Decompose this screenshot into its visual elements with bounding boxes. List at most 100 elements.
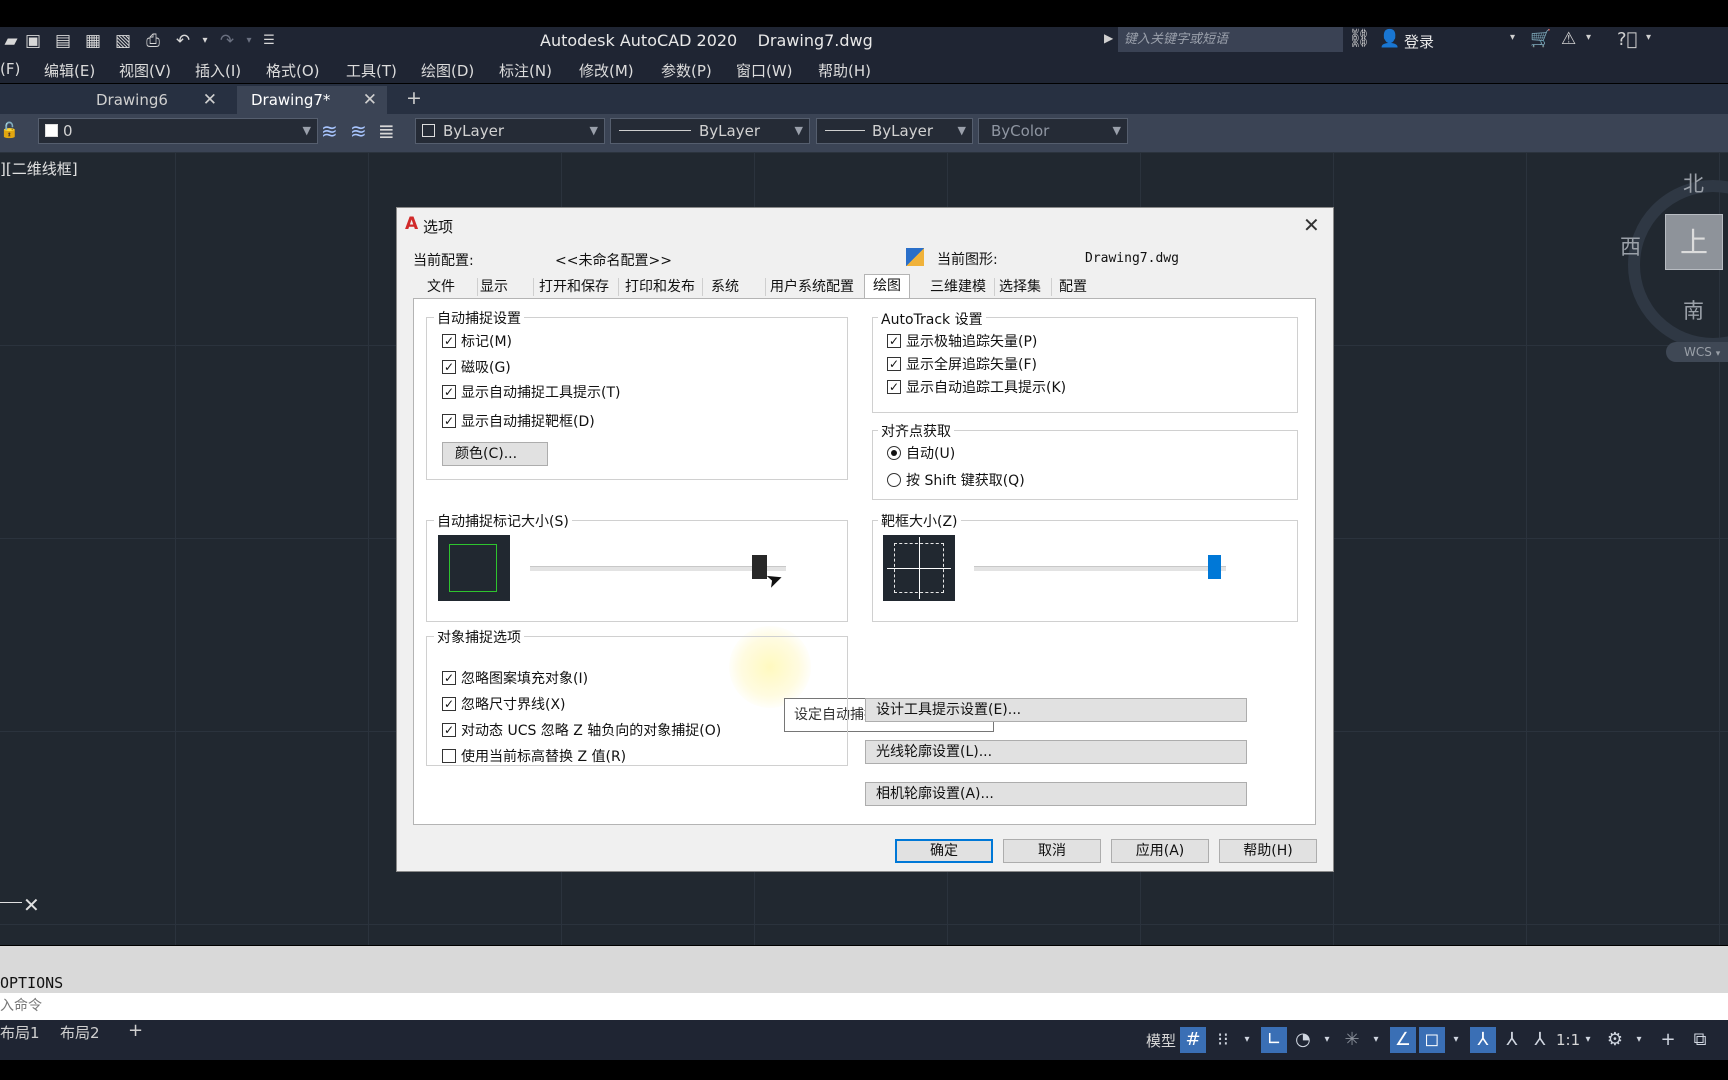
command-input[interactable]: 入命令 — [0, 993, 1728, 1020]
color-combo[interactable]: ByLayer ▼ — [415, 118, 605, 144]
compass-north[interactable]: 北 — [1683, 168, 1704, 198]
login-dropdown-icon[interactable]: ▾ — [1510, 32, 1515, 43]
apply-button[interactable]: 应用(A) — [1111, 839, 1209, 863]
polar-vector-checkbox[interactable]: ✓ — [887, 334, 901, 348]
menu-insert[interactable]: 插入(I) — [195, 60, 241, 81]
grid-icon[interactable]: # — [1180, 1027, 1206, 1053]
snap-icon[interactable]: ⁝⁝ — [1210, 1027, 1236, 1053]
wcs-menu[interactable]: WCS ▾ — [1666, 342, 1728, 362]
cameras-glyph-settings-button[interactable]: 相机轮廓设置(A)... — [865, 782, 1247, 806]
replace-z-checkbox[interactable] — [442, 749, 456, 763]
tab-plot-publish[interactable]: 打印和发布 — [625, 276, 695, 298]
snap-dropdown-icon[interactable]: ▾ — [1234, 1027, 1260, 1053]
help-button[interactable]: 帮助(H) — [1219, 839, 1317, 863]
menu-draw[interactable]: 绘图(D) — [421, 60, 474, 81]
ortho-icon[interactable]: ∟ — [1261, 1027, 1287, 1053]
tab-files[interactable]: 文件 — [427, 276, 455, 298]
layout-tab-1[interactable]: 布局1 — [0, 1022, 40, 1043]
tab-selection[interactable]: 选择集 — [999, 276, 1041, 298]
ignore-hatch-checkbox[interactable]: ✓ — [442, 671, 456, 685]
autodesk-app-icon[interactable]: ⚠ — [1561, 29, 1576, 49]
ok-button[interactable]: 确定 — [895, 839, 993, 863]
menu-view[interactable]: 视图(V) — [119, 60, 171, 81]
redo-dropdown-icon[interactable]: ▾ — [238, 30, 260, 52]
close-icon[interactable]: ✕ — [1303, 213, 1320, 237]
workspace-gear-icon[interactable]: ⚙ — [1602, 1027, 1628, 1053]
export-icon[interactable]: ▧ — [112, 30, 134, 52]
tab-user-preferences[interactable]: 用户系统配置 — [770, 276, 854, 298]
print-icon[interactable]: ⎙ — [142, 30, 164, 52]
add-layout-icon[interactable]: + — [128, 1020, 143, 1041]
tab-system[interactable]: 系统 — [711, 276, 739, 298]
user-icon[interactable]: 👤 — [1379, 29, 1400, 49]
polar-dropdown-icon[interactable]: ▾ — [1314, 1027, 1340, 1053]
tab-display[interactable]: 显示 — [480, 276, 508, 298]
tab-drawing7[interactable]: Drawing7* ✕ — [237, 86, 387, 114]
customization-icon[interactable]: ⧉ — [1687, 1027, 1713, 1053]
auto-acquire-radio[interactable] — [887, 446, 901, 460]
tab-open-save[interactable]: 打开和保存 — [539, 276, 609, 298]
osnap-dropdown-icon[interactable]: ▾ — [1443, 1027, 1469, 1053]
open-icon[interactable]: ▰ — [0, 30, 22, 52]
layer-combo[interactable]: 0 ▼ — [38, 118, 318, 144]
annotation-scale-icon[interactable]: ⅄ — [1527, 1027, 1553, 1053]
close-icon[interactable]: ✕ — [363, 86, 377, 114]
menu-edit[interactable]: 编辑(E) — [44, 60, 95, 81]
menu-window[interactable]: 窗口(W) — [736, 60, 793, 81]
annotation-visibility-icon[interactable]: ⅄ — [1470, 1027, 1496, 1053]
menu-format[interactable]: 格式(O) — [266, 60, 320, 81]
plotstyle-combo[interactable]: ByColor ▼ — [978, 118, 1128, 144]
ignore-dim-ext-checkbox[interactable]: ✓ — [442, 697, 456, 711]
workspace-dropdown-icon[interactable]: ▾ — [1626, 1027, 1652, 1053]
tab-profiles[interactable]: 配置 — [1059, 276, 1087, 298]
layer-properties-icon[interactable]: ≋ — [321, 119, 338, 143]
layer-lock-icon[interactable]: 🔓 — [0, 121, 19, 139]
aperture-size-slider-thumb[interactable] — [1208, 555, 1222, 579]
undo-icon[interactable]: ↶ — [172, 30, 194, 52]
menu-dimension[interactable]: 标注(N) — [499, 60, 552, 81]
help-dropdown-icon[interactable]: ▾ — [1646, 32, 1651, 43]
app-dropdown-icon[interactable]: ▾ — [1586, 32, 1591, 43]
scale-dropdown-icon[interactable]: ▾ — [1575, 1027, 1601, 1053]
color-button[interactable]: 颜色(C)... — [442, 442, 548, 466]
autotrack-tooltip-checkbox[interactable]: ✓ — [887, 380, 901, 394]
isodraft-icon[interactable]: ✳ — [1339, 1027, 1365, 1053]
match-layer-icon[interactable]: ≋ — [350, 119, 367, 143]
binoculars-icon[interactable]: ⛓ — [1348, 28, 1371, 49]
drafting-tooltip-settings-button[interactable]: 设计工具提示设置(E)... — [865, 698, 1247, 722]
linetype-combo[interactable]: ByLayer ▼ — [610, 118, 810, 144]
compass-west[interactable]: 西 — [1620, 231, 1641, 261]
polar-icon[interactable]: ◔ — [1290, 1027, 1316, 1053]
marker-checkbox[interactable]: ✓ — [442, 334, 456, 348]
cancel-button[interactable]: 取消 — [1003, 839, 1101, 863]
ignore-negative-z-checkbox[interactable]: ✓ — [442, 723, 456, 737]
menu-parametric[interactable]: 参数(P) — [661, 60, 712, 81]
menu-modify[interactable]: 修改(M) — [579, 60, 634, 81]
menu-help[interactable]: 帮助(H) — [818, 60, 871, 81]
viewport-controls[interactable]: ][二维线框] — [0, 158, 78, 179]
lights-glyph-settings-button[interactable]: 光线轮廓设置(L)... — [865, 740, 1247, 764]
marker-size-slider-track[interactable] — [530, 566, 786, 571]
annotation-monitor-icon[interactable]: + — [1655, 1027, 1681, 1053]
autosnap-aperture-checkbox[interactable]: ✓ — [442, 414, 456, 428]
login-link[interactable]: 登录 — [1404, 31, 1434, 52]
tab-drawing6[interactable]: Drawing6 ✕ — [82, 86, 227, 114]
model-space-toggle[interactable]: 模型 — [1146, 1030, 1176, 1051]
fullscreen-vector-checkbox[interactable]: ✓ — [887, 357, 901, 371]
cart-icon[interactable]: 🛒 — [1530, 29, 1551, 49]
tab-3d-modeling[interactable]: 三维建模 — [930, 276, 986, 298]
save-as-icon[interactable]: ▤ — [52, 30, 74, 52]
object-snap-icon[interactable]: ◻ — [1419, 1027, 1445, 1053]
save-icon[interactable]: ▣ — [22, 30, 44, 52]
isodraft-dropdown-icon[interactable]: ▾ — [1363, 1027, 1389, 1053]
publish-icon[interactable]: ▦ — [82, 30, 104, 52]
search-input[interactable]: 键入关键字或短语 — [1118, 27, 1343, 52]
help-icon[interactable]: ?⃝ — [1617, 29, 1637, 50]
customize-qat-icon[interactable]: ☰ — [258, 30, 280, 52]
shift-acquire-radio[interactable] — [887, 473, 901, 487]
auto-scale-icon[interactable]: ⅄ — [1499, 1027, 1525, 1053]
layout-tab-2[interactable]: 布局2 — [60, 1022, 100, 1043]
viewcube-top-face[interactable]: 上 — [1665, 214, 1723, 270]
expand-search-icon[interactable]: ▶ — [1104, 31, 1113, 45]
tab-drafting[interactable]: 绘图 — [864, 274, 910, 298]
